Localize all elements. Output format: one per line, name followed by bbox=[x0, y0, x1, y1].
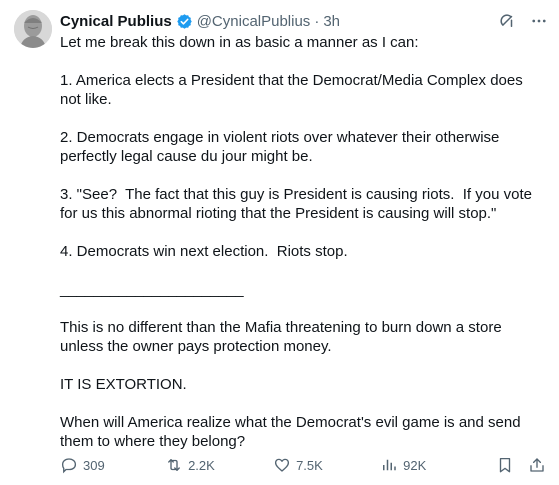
retweet-icon bbox=[168, 459, 180, 471]
repost-button[interactable]: 2.2K bbox=[165, 456, 273, 474]
reply-button[interactable]: 309 bbox=[60, 456, 165, 474]
more-icon[interactable] bbox=[529, 11, 549, 31]
repost-count: 2.2K bbox=[188, 457, 215, 473]
avatar[interactable] bbox=[14, 10, 52, 48]
share-icon[interactable] bbox=[527, 455, 547, 475]
bust-avatar-icon bbox=[14, 10, 52, 48]
tweet-text: Let me break this down in as basic a man… bbox=[60, 34, 532, 450]
views-button[interactable]: 92K bbox=[380, 456, 495, 474]
grok-icon[interactable] bbox=[497, 11, 517, 31]
like-button[interactable]: 7.5K bbox=[273, 456, 380, 474]
tweet-actions: 309 2.2K 7.5K 92K bbox=[60, 454, 547, 476]
tweet-card[interactable]: Cynical Publius @CynicalPublius · 3h Let… bbox=[0, 0, 559, 485]
heart-icon bbox=[275, 458, 290, 472]
tweet-time[interactable]: 3h bbox=[323, 13, 340, 30]
separator-dot: · bbox=[314, 12, 320, 30]
top-right-actions bbox=[497, 11, 549, 31]
view-count: 92K bbox=[403, 457, 427, 473]
tweet-header: Cynical Publius @CynicalPublius · 3h bbox=[60, 11, 340, 31]
bookmark-icon[interactable] bbox=[495, 455, 515, 475]
views-icon bbox=[383, 459, 396, 471]
right-actions bbox=[495, 455, 547, 475]
reply-count: 309 bbox=[83, 457, 105, 473]
like-count: 7.5K bbox=[296, 457, 323, 473]
reply-icon bbox=[61, 458, 77, 474]
author-name[interactable]: Cynical Publius bbox=[60, 13, 172, 30]
author-handle[interactable]: @CynicalPublius bbox=[197, 13, 311, 30]
verified-badge-icon bbox=[176, 13, 193, 30]
